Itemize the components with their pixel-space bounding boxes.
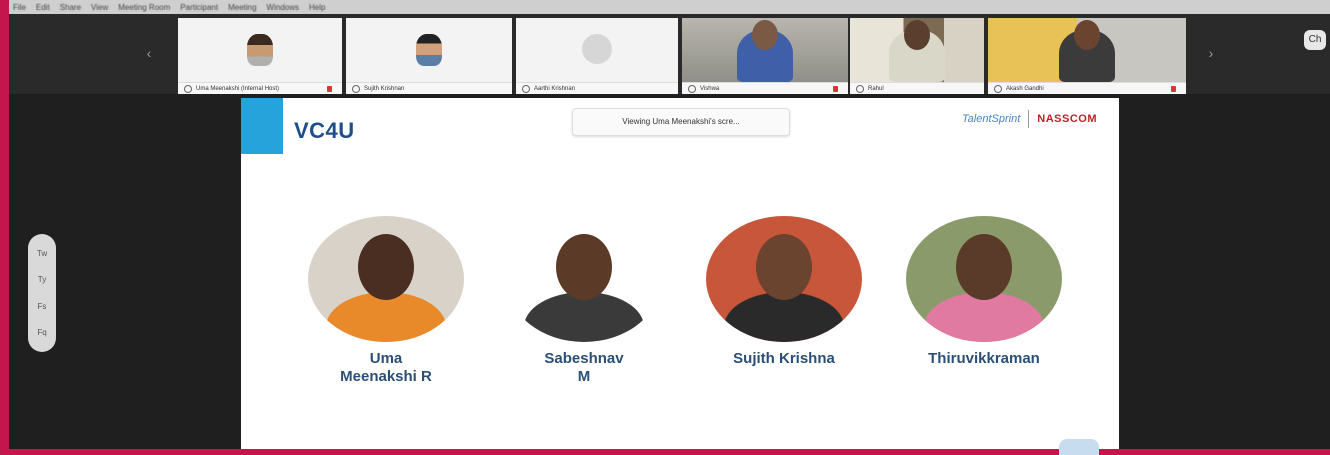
member-photo [906, 216, 1062, 342]
shared-screen-slide: VC4U Viewing Uma Meenakshi's scre... Tal… [241, 98, 1119, 455]
tool-button[interactable]: Tw [37, 249, 47, 258]
participant-caption: Uma Meenakshi (Internal Host) [178, 82, 342, 94]
menu-item-edit[interactable]: Edit [36, 3, 50, 12]
member-photo [308, 216, 464, 342]
member-name: Thiruvikkraman [928, 350, 1040, 367]
video-person [737, 20, 793, 82]
team-member-card: Sabeshnav M [499, 216, 669, 386]
menu-item-meeting[interactable]: Meeting [228, 3, 256, 12]
chat-button[interactable]: Ch [1304, 30, 1326, 50]
tool-button[interactable]: Ty [38, 275, 46, 284]
slide-title: VC4U [294, 118, 355, 143]
mic-icon [352, 84, 360, 93]
member-name: Uma Meenakshi R [340, 350, 432, 385]
mic-icon [994, 84, 1002, 93]
video-person [889, 20, 945, 82]
viewing-banner[interactable]: Viewing Uma Meenakshi's scre... [572, 108, 790, 136]
member-name: Sujith Krishna [733, 350, 835, 367]
chevron-left-icon[interactable]: ‹ [140, 44, 158, 62]
avatar [416, 34, 442, 66]
menu-item-file[interactable]: File [13, 3, 26, 12]
participant-tile[interactable]: Aarthi Krishnan [516, 18, 678, 94]
avatar-placeholder-icon [582, 34, 612, 64]
member-name: Sabeshnav M [544, 350, 624, 385]
mic-muted-icon [1171, 85, 1176, 92]
sponsor-logos: TalentSprint NASSCOM [962, 110, 1097, 128]
tool-button[interactable]: Fs [38, 302, 47, 311]
participant-caption: Sujith Krishnan [346, 82, 512, 94]
slide-control[interactable] [1059, 439, 1099, 455]
menu-bar: File Edit Share View Meeting Room Partic… [9, 0, 1330, 14]
participant-video-tile[interactable]: Vishwa [682, 18, 848, 94]
member-photo [706, 216, 862, 342]
team-member-card: Thiruvikkraman [899, 216, 1069, 368]
participant-caption: Rahul [850, 82, 984, 94]
participant-tile[interactable]: Uma Meenakshi (Internal Host) [178, 18, 342, 94]
talentsprint-logo: TalentSprint [961, 113, 1021, 125]
annotation-toolbar: Tw Ty Fs Fq [28, 234, 56, 352]
menu-item-meeting-room[interactable]: Meeting Room [118, 3, 170, 12]
team-member-card: Sujith Krishna [699, 216, 869, 368]
mic-muted-icon [327, 85, 332, 92]
menu-item-share[interactable]: Share [60, 3, 81, 12]
team-member-card: Uma Meenakshi R [301, 216, 471, 386]
logo-divider [1028, 110, 1030, 128]
video-person [1059, 20, 1115, 82]
menu-item-help[interactable]: Help [309, 3, 325, 12]
mic-muted-icon [833, 85, 838, 92]
mic-icon [856, 84, 864, 93]
participant-caption: Akash Gandhi [988, 82, 1186, 94]
menu-item-windows[interactable]: Windows [267, 3, 299, 12]
mic-icon [522, 84, 530, 93]
menu-item-participant[interactable]: Participant [180, 3, 218, 12]
mic-icon [688, 84, 696, 93]
participant-caption: Vishwa [682, 82, 848, 94]
member-photo [506, 216, 662, 342]
tool-button[interactable]: Fq [37, 328, 46, 337]
chevron-right-icon[interactable]: › [1202, 44, 1220, 62]
nasscom-logo: NASSCOM [1037, 113, 1097, 125]
participant-video-tile[interactable]: Akash Gandhi [988, 18, 1186, 94]
avatar [247, 34, 273, 66]
slide-accent [241, 98, 283, 154]
menu-item-view[interactable]: View [91, 3, 108, 12]
mic-icon [184, 84, 192, 93]
participant-caption: Aarthi Krishnan [516, 82, 678, 94]
participant-video-tile[interactable]: Rahul [850, 18, 984, 94]
participant-tile[interactable]: Sujith Krishnan [346, 18, 512, 94]
